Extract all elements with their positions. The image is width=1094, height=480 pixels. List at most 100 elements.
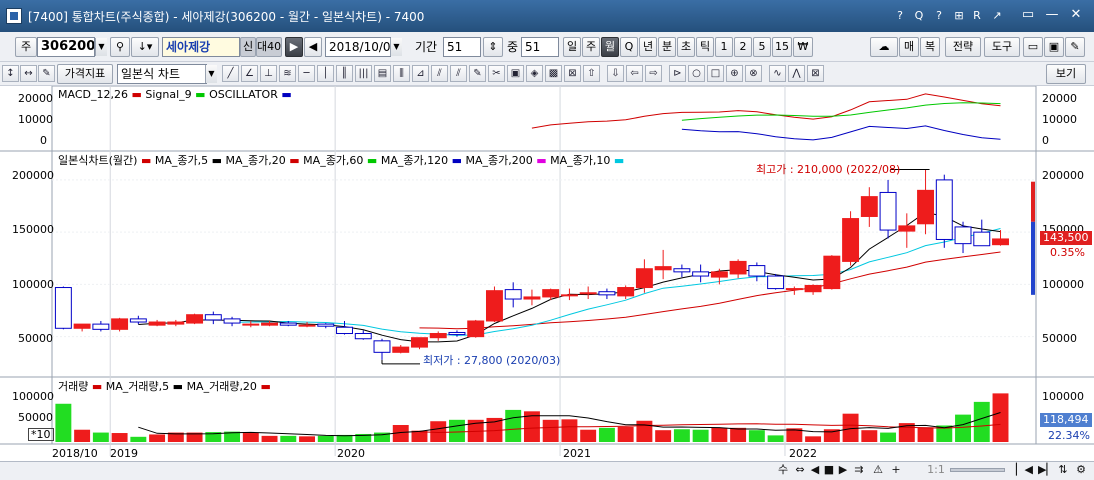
quote-icon[interactable]: Q: [912, 9, 926, 23]
market-button[interactable]: 주: [15, 37, 37, 57]
chart-nav-button-5[interactable]: ⇉: [852, 463, 866, 477]
interval-5[interactable]: 5: [753, 37, 771, 57]
drawing-tool-9[interactable]: ⫼: [393, 65, 410, 82]
chart-nav-button-3[interactable]: ■: [822, 463, 836, 477]
chart-svg[interactable]: [0, 86, 1094, 461]
drawing-tool-1[interactable]: ∠: [241, 65, 258, 82]
candle-body-35: [710, 271, 728, 278]
drawing-tool-2[interactable]: ⊥: [260, 65, 277, 82]
drawing-tool-19[interactable]: ⇧: [583, 65, 600, 82]
vertical-resize-icon[interactable]: ↕: [2, 65, 19, 82]
tools-button[interactable]: 도구: [984, 37, 1020, 57]
chart-nav-button-2[interactable]: ◀: [808, 463, 822, 477]
view-button[interactable]: 보기: [1046, 64, 1086, 84]
drawing-tool-15[interactable]: ▣: [507, 65, 524, 82]
search-icon[interactable]: ⚲: [110, 37, 130, 57]
chart-nav-button-1[interactable]: ⇔: [793, 463, 807, 477]
chart-nav-button-9[interactable]: ▏◀: [1016, 463, 1033, 477]
grid-icon[interactable]: ⊞: [952, 9, 966, 23]
code-dropdown-icon[interactable]: ▼: [95, 38, 107, 56]
interval-2[interactable]: 2: [734, 37, 752, 57]
help-icon[interactable]: ?: [893, 9, 907, 23]
drawing-tool-0[interactable]: ╱: [222, 65, 239, 82]
drawing-tool-18[interactable]: ⊠: [564, 65, 581, 82]
save-icon[interactable]: ▣: [1044, 37, 1064, 57]
drawing-tool-26[interactable]: ⊕: [726, 65, 743, 82]
drawing-tool-12[interactable]: ⫽: [450, 65, 467, 82]
drawing-tool-8[interactable]: ▤: [374, 65, 391, 82]
interval-quarter[interactable]: Q: [620, 37, 638, 57]
chart-nav-button-4[interactable]: ▶: [836, 463, 850, 477]
folder-icon[interactable]: ▭: [1023, 37, 1043, 57]
drawing-tool-29[interactable]: ⋀: [788, 65, 805, 82]
chart-area[interactable]: [0, 86, 1094, 480]
restore-mini-button[interactable]: ▭: [1016, 5, 1040, 25]
strategy-button[interactable]: 전략: [945, 37, 981, 57]
chart-nav-button-11[interactable]: ⇅: [1056, 463, 1070, 477]
chart-nav-button-12[interactable]: ⚙: [1074, 463, 1088, 477]
drawing-tool-21[interactable]: ⇦: [626, 65, 643, 82]
date-input[interactable]: 2018/10/05: [325, 37, 391, 57]
prev-stock-button[interactable]: ◀: [304, 37, 322, 57]
drawing-tool-24[interactable]: ○: [688, 65, 705, 82]
interval-year[interactable]: 년: [639, 37, 657, 57]
drawing-tool-4[interactable]: ─: [298, 65, 315, 82]
r-icon[interactable]: R: [970, 9, 984, 23]
trade-button[interactable]: 매: [899, 37, 919, 57]
drawing-tool-20[interactable]: ⇩: [607, 65, 624, 82]
drawing-tool-23[interactable]: ⊳: [669, 65, 686, 82]
interval-15[interactable]: 15: [772, 37, 792, 57]
interval-second[interactable]: 초: [677, 37, 695, 57]
interval-month[interactable]: 월: [601, 37, 619, 57]
chart-nav-button-8[interactable]: 1:1: [925, 463, 947, 477]
mid-input[interactable]: 51: [521, 37, 559, 57]
currency-button[interactable]: ₩: [793, 37, 813, 57]
chart-nav-button-7[interactable]: +: [889, 463, 903, 477]
drawing-tool-13[interactable]: ✎: [469, 65, 486, 82]
chart-nav-button-10[interactable]: ▶▏: [1038, 463, 1055, 477]
compound-button[interactable]: 복: [920, 37, 940, 57]
sort-icon[interactable]: ↓▾: [131, 37, 159, 57]
cloud-icon[interactable]: ☁: [870, 37, 898, 57]
expand-icon[interactable]: ↗: [990, 9, 1004, 23]
date-dropdown-icon[interactable]: ▼: [390, 38, 402, 56]
minimize-button[interactable]: —: [1040, 5, 1064, 25]
horizontal-resize-icon[interactable]: ↔: [20, 65, 37, 82]
chart-nav-button-0[interactable]: 수: [776, 463, 790, 477]
chart-type-select[interactable]: 일본식 차트: [117, 64, 207, 84]
drawing-tool-25[interactable]: □: [707, 65, 724, 82]
candle-body-48: [954, 226, 972, 245]
stock-code-input[interactable]: 306200: [37, 37, 95, 57]
info-icon[interactable]: ?: [932, 9, 946, 23]
interval-week[interactable]: 주: [582, 37, 600, 57]
interval-minute[interactable]: 분: [658, 37, 676, 57]
chart-nav-button-6[interactable]: ⚠: [871, 463, 885, 477]
zoom-slider[interactable]: [950, 468, 1005, 472]
wrench-icon[interactable]: ✎: [1065, 37, 1085, 57]
drawing-tool-5[interactable]: │: [317, 65, 334, 82]
drawing-tool-7[interactable]: |||: [355, 65, 372, 82]
drawing-tool-22[interactable]: ⇨: [645, 65, 662, 82]
next-stock-button[interactable]: ▶: [285, 37, 303, 57]
drawing-tool-10[interactable]: ⊿: [412, 65, 429, 82]
drawing-tool-30[interactable]: ⊠: [807, 65, 824, 82]
stock-name-field[interactable]: 세아제강: [162, 37, 240, 57]
drawing-tool-17[interactable]: ▩: [545, 65, 562, 82]
drawing-tool-3[interactable]: ≋: [279, 65, 296, 82]
edit-icon[interactable]: ✎: [38, 65, 55, 82]
drawing-tool-16[interactable]: ◈: [526, 65, 543, 82]
drawing-tool-11[interactable]: ⫽: [431, 65, 448, 82]
chart-type-dropdown-icon[interactable]: ▼: [205, 65, 217, 83]
interval-tick[interactable]: 틱: [696, 37, 714, 57]
drawing-tool-28[interactable]: ∿: [769, 65, 786, 82]
interval-day[interactable]: 일: [563, 37, 581, 57]
price-indicator-button[interactable]: 가격지표: [57, 64, 113, 84]
period-input[interactable]: 51: [443, 37, 481, 57]
drawing-tool-14[interactable]: ✂: [488, 65, 505, 82]
candle-body-24: [504, 289, 522, 300]
interval-1[interactable]: 1: [715, 37, 733, 57]
drawing-tool-27[interactable]: ⊗: [745, 65, 762, 82]
drawing-tool-6[interactable]: ║: [336, 65, 353, 82]
period-spin-icon[interactable]: ⇕: [483, 37, 503, 57]
close-button[interactable]: ✕: [1064, 5, 1088, 25]
